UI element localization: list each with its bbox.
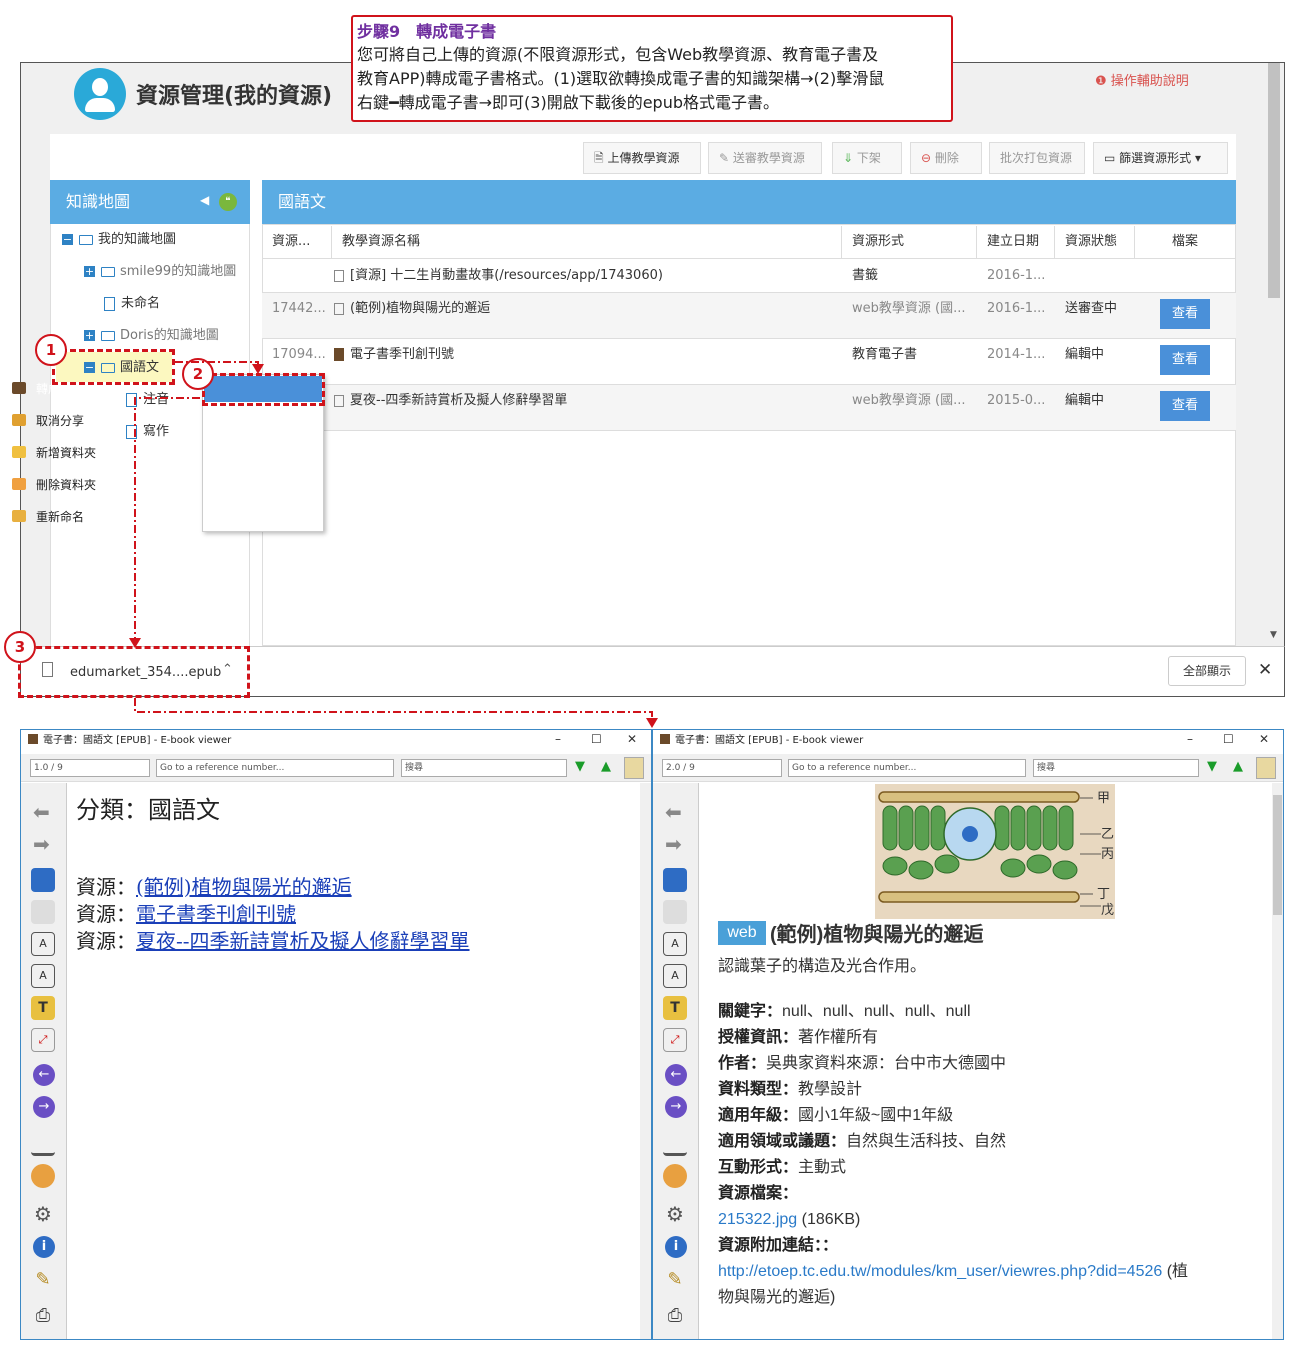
wand-icon[interactable]: ✎ [663, 1268, 687, 1292]
page-spinbox[interactable]: 1.0 / 9 [30, 759, 150, 777]
info-icon[interactable]: i [665, 1236, 687, 1258]
figure-label: 戊 [1101, 903, 1114, 918]
resource-link[interactable]: (範例)植物與陽光的邂逅 [136, 875, 352, 899]
minimize-icon[interactable]: – [1187, 732, 1193, 746]
annotation-connectors [129, 361, 658, 728]
font-larger-icon[interactable]: A [663, 932, 687, 956]
resource-list: 資源：(範例)植物與陽光的邂逅 資源：電子書季刊創刊號 資源：夏夜--四季新詩賞… [76, 874, 470, 955]
minimize-icon[interactable]: – [555, 732, 561, 746]
figure-label: 丁 [1097, 887, 1110, 902]
attach-row: http://etoep.tc.edu.tw/modules/km_user/v… [718, 1263, 1189, 1280]
previous-match-icon[interactable]: ▲ [601, 759, 611, 774]
previous-page-icon[interactable]: ← [665, 1064, 687, 1086]
maximize-icon[interactable]: ☐ [591, 732, 602, 746]
settings-icon[interactable]: ⚙ [31, 1202, 55, 1226]
goto-reference-input[interactable]: Go to a reference number... [156, 759, 394, 777]
copy-icon[interactable] [663, 900, 687, 924]
next-page-icon[interactable]: → [665, 1096, 687, 1118]
copy-icon[interactable] [31, 900, 55, 924]
text-icon[interactable]: T [31, 996, 55, 1020]
back-icon[interactable]: ⬅ [665, 800, 682, 824]
previous-page-icon[interactable]: ← [33, 1064, 55, 1086]
theme-icon[interactable] [31, 1164, 55, 1188]
web-badge: web [718, 921, 766, 945]
file-row: 215322.jpg (186KB) [718, 1211, 861, 1228]
resource-summary: 認識葉子的構造及光合作用。 [718, 958, 927, 975]
theme-icon[interactable] [663, 1164, 687, 1188]
settings-icon[interactable]: ⚙ [663, 1202, 687, 1226]
info-icon[interactable]: i [33, 1236, 55, 1258]
resource-link-row: 資源：電子書季刊創刊號 [76, 902, 296, 926]
figure-label: 甲 [1097, 791, 1110, 806]
window-title: 電子書：國語文 [EPUB] - E-book viewer [675, 735, 864, 746]
monitor-icon[interactable] [31, 868, 55, 892]
metadata-row: 資料類型：教學設計 [718, 1081, 863, 1098]
viewer-scrollbar-thumb[interactable] [1273, 795, 1282, 915]
resource-link-row: 資源：(範例)植物與陽光的邂逅 [76, 875, 352, 899]
toc-icon[interactable] [1256, 757, 1276, 779]
window-title: 電子書：國語文 [EPUB] - E-book viewer [43, 735, 232, 746]
search-dropdown[interactable]: 搜尋 [1033, 759, 1199, 777]
back-icon[interactable]: ⬅ [33, 800, 50, 824]
metadata-row: 作者：吳典家資料來源：台中市大德國中 [718, 1055, 1007, 1072]
monitor-icon[interactable] [663, 868, 687, 892]
font-larger-icon[interactable]: A [31, 932, 55, 956]
text-icon[interactable]: T [663, 996, 687, 1020]
figure-label: 乙 [1101, 827, 1114, 842]
metadata-row: 資源附加連結：： [718, 1237, 839, 1254]
metadata-row: 適用年級：國小1年級~國中1年級 [718, 1107, 954, 1124]
fullscreen-icon[interactable]: ⤢ [663, 1028, 687, 1052]
next-match-icon[interactable]: ▼ [1207, 759, 1217, 774]
bookmark-icon[interactable] [31, 1132, 55, 1156]
font-smaller-icon[interactable]: A [663, 964, 687, 988]
close-icon[interactable]: ✕ [627, 732, 637, 746]
goto-reference-input[interactable]: Go to a reference number... [788, 759, 1026, 777]
page-spinbox[interactable]: 2.0 / 9 [662, 759, 782, 777]
resource-link[interactable]: 夏夜--四季新詩賞析及擬人修辭學習單 [136, 929, 470, 953]
forward-icon[interactable]: ➡ [665, 832, 682, 856]
metadata-row: 互動形式：主動式 [718, 1159, 847, 1176]
leaf-cross-section-image: 甲 乙 丙 丁 戊 [875, 784, 1115, 919]
metadata-row: 資源檔案： [718, 1185, 799, 1202]
resource-link[interactable]: 電子書季刊創刊號 [136, 902, 296, 926]
viewer-scrollbar[interactable] [640, 783, 651, 1339]
print-icon[interactable]: ⎙ [663, 1304, 687, 1328]
resource-link-row: 資源：夏夜--四季新詩賞析及擬人修辭學習單 [76, 929, 470, 953]
resource-metadata: 關鍵字：null、null、null、null、null 授權資訊：著作權所有 … [718, 999, 1268, 1311]
metadata-row: 關鍵字：null、null、null、null、null [718, 1003, 971, 1020]
toc-icon[interactable] [624, 757, 644, 779]
wand-icon[interactable]: ✎ [31, 1268, 55, 1292]
search-dropdown[interactable]: 搜尋 [401, 759, 567, 777]
attach-link[interactable]: http://etoep.tc.edu.tw/modules/km_user/v… [718, 1263, 1162, 1280]
category-heading: 分類：國語文 [76, 796, 220, 824]
bookmark-icon[interactable] [663, 1132, 687, 1156]
figure-label: 丙 [1101, 847, 1114, 862]
close-icon[interactable]: ✕ [1259, 732, 1269, 746]
forward-icon[interactable]: ➡ [33, 832, 50, 856]
font-smaller-icon[interactable]: A [31, 964, 55, 988]
metadata-row: 授權資訊：著作權所有 [718, 1029, 879, 1046]
fullscreen-icon[interactable]: ⤢ [31, 1028, 55, 1052]
next-match-icon[interactable]: ▼ [575, 759, 585, 774]
file-link[interactable]: 215322.jpg [718, 1211, 797, 1228]
resource-title: (範例)植物與陽光的邂逅 [770, 924, 984, 946]
attach-row-continued: 物與陽光的邂逅) [718, 1289, 836, 1306]
previous-match-icon[interactable]: ▲ [1233, 759, 1243, 774]
next-page-icon[interactable]: → [33, 1096, 55, 1118]
print-icon[interactable]: ⎙ [31, 1304, 55, 1328]
maximize-icon[interactable]: ☐ [1223, 732, 1234, 746]
metadata-row: 適用領域或議題：自然與生活科技、自然 [718, 1133, 1007, 1150]
